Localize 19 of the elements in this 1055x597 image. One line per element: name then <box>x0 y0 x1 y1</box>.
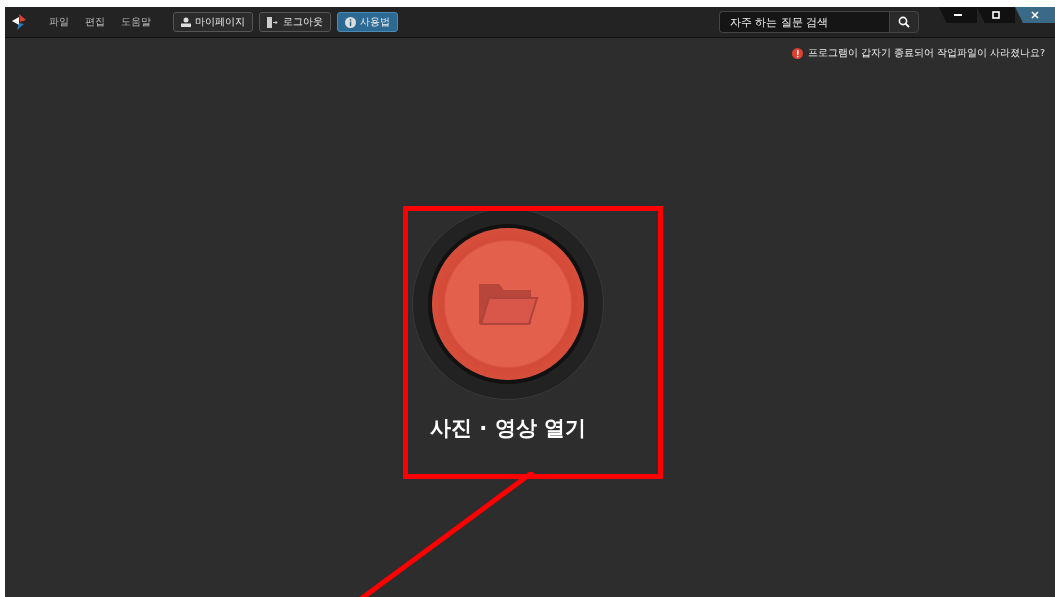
search-button[interactable] <box>889 11 919 33</box>
app-logo-icon <box>11 13 27 31</box>
menu-item[interactable]: 도움말 <box>113 15 159 29</box>
minimize-icon[interactable] <box>954 13 962 17</box>
crash-recovery-link[interactable]: 프로그램이 갑자기 종료되어 작업파일이 사라졌나요? <box>807 47 1045 60</box>
maximize-icon[interactable] <box>992 11 1000 19</box>
close-icon[interactable] <box>1031 11 1039 19</box>
toolbar-button[interactable]: 로그아웃 <box>259 12 331 32</box>
alert-icon <box>791 48 803 59</box>
menu-item[interactable]: 파일 <box>41 15 77 29</box>
menu-item[interactable]: 편집 <box>77 15 113 29</box>
search-icon <box>898 16 910 28</box>
person-icon <box>181 17 191 27</box>
open-media-label: 사진 · 영상 열기 <box>430 415 586 442</box>
door-exit-icon <box>267 16 279 28</box>
search-field[interactable]: 자주 하는 질문 검색 <box>719 11 889 33</box>
toolbar-button[interactable]: 사용법 <box>337 12 398 32</box>
info-icon <box>345 16 356 28</box>
toolbar-button[interactable]: 마이페이지 <box>173 12 253 32</box>
